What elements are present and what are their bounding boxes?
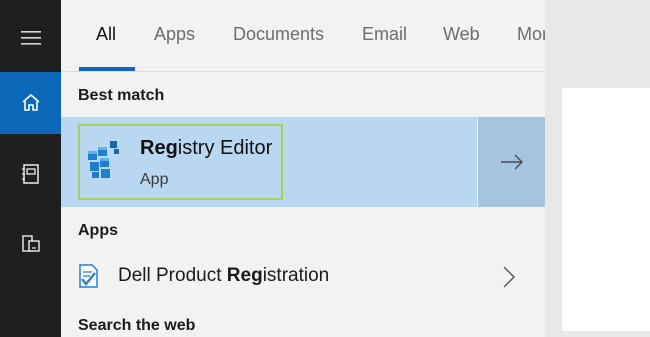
search-results-panel: All Apps Documents Email Web More Best m… [61, 0, 575, 337]
preview-card [562, 88, 650, 331]
tab-apps[interactable]: Apps [154, 24, 195, 45]
filter-tabs: All Apps Documents Email Web More [61, 0, 575, 72]
section-best-match: Best match [78, 87, 165, 104]
app-result-label: Dell Product Registration [118, 265, 329, 287]
dell-registration-icon [79, 264, 98, 288]
hamburger-icon [20, 31, 41, 45]
home-button[interactable] [0, 72, 61, 134]
arrow-right-icon [500, 154, 523, 170]
notebook-icon [21, 164, 39, 184]
registry-editor-icon [88, 141, 119, 178]
app-label-highlight: Reg [226, 265, 263, 286]
section-apps: Apps [78, 222, 118, 239]
app-label-suffix: istration [262, 265, 330, 286]
app-label-prefix: Dell Product [118, 265, 227, 286]
open-details-button[interactable] [478, 117, 545, 207]
devices-button[interactable] [0, 218, 61, 270]
best-match-title-rest: istry Editor [177, 137, 273, 159]
section-search-web: Search the web [78, 317, 196, 334]
preview-pane [545, 0, 650, 337]
best-match-title-highlight: Reg [140, 137, 178, 159]
notebook-button[interactable] [0, 148, 61, 200]
chevron-right-icon[interactable] [502, 265, 516, 289]
best-match-title: Registry Editor [140, 137, 272, 160]
tab-email[interactable]: Email [362, 24, 407, 45]
menu-button[interactable] [0, 12, 61, 64]
active-tab-indicator [79, 67, 135, 71]
devices-icon [21, 235, 40, 252]
left-rail [0, 0, 61, 337]
tab-all[interactable]: All [96, 24, 116, 45]
tab-documents[interactable]: Documents [233, 24, 324, 45]
tab-web[interactable]: Web [443, 24, 480, 45]
best-match-subtitle: App [140, 171, 169, 188]
home-icon [21, 93, 40, 111]
app-result-dell-product-registration[interactable]: Dell Product Registration [61, 252, 545, 302]
